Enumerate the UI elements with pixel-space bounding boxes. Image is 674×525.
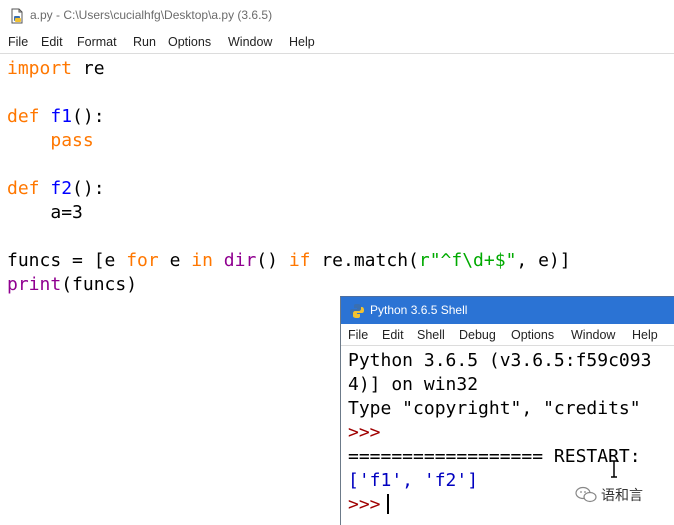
menu-options[interactable]: Options bbox=[168, 35, 211, 49]
menu-window[interactable]: Window bbox=[228, 35, 272, 49]
string-literal: r"^f\d+$" bbox=[418, 250, 517, 271]
code-line-1: import re bbox=[7, 57, 105, 81]
shell-prompt: >>> bbox=[348, 422, 381, 443]
code-text: (funcs) bbox=[61, 274, 138, 295]
python-icon bbox=[350, 304, 364, 318]
shell-title: Python 3.6.5 Shell bbox=[370, 303, 468, 317]
menu-file[interactable]: File bbox=[348, 328, 368, 342]
menu-shell[interactable]: Shell bbox=[417, 328, 445, 342]
shell-restart-line: ================== RESTART: bbox=[348, 446, 641, 467]
code-text: a=3 bbox=[50, 202, 83, 223]
code-text: funcs = [e bbox=[7, 250, 127, 271]
menu-window[interactable]: Window bbox=[571, 328, 615, 342]
wechat-icon bbox=[575, 486, 597, 503]
menu-format[interactable]: Format bbox=[77, 35, 117, 49]
shell-line: 4)] on win32 bbox=[348, 374, 479, 395]
watermark: 语和言 bbox=[575, 485, 643, 505]
function-name: f1 bbox=[50, 106, 73, 127]
menu-options[interactable]: Options bbox=[511, 328, 554, 342]
editor-title: a.py - C:\Users\cucialhfg\Desktop\a.py (… bbox=[30, 8, 273, 22]
builtin: dir bbox=[223, 250, 257, 271]
watermark-text: 语和言 bbox=[601, 488, 643, 504]
code-line-3: def f1(): bbox=[7, 105, 105, 129]
menu-run[interactable]: Run bbox=[133, 35, 156, 49]
editor-menubar: File Edit Format Run Options Window Help bbox=[0, 32, 674, 54]
function-name: f2 bbox=[50, 178, 73, 199]
code-text: () bbox=[256, 250, 289, 271]
keyword: in bbox=[191, 250, 213, 271]
text-cursor bbox=[386, 494, 389, 514]
menu-edit[interactable]: Edit bbox=[382, 328, 404, 342]
editor-titlebar[interactable]: a.py - C:\Users\cucialhfg\Desktop\a.py (… bbox=[0, 0, 674, 32]
shell-result: ['f1', 'f2'] bbox=[348, 470, 479, 491]
code-text: re bbox=[72, 58, 105, 79]
keyword: pass bbox=[50, 130, 94, 151]
keyword: def bbox=[7, 178, 40, 199]
menu-edit[interactable]: Edit bbox=[41, 35, 63, 49]
code-line-7: a=3 bbox=[7, 201, 83, 225]
shell-line: Python 3.6.5 (v3.6.5:f59c093 bbox=[348, 350, 652, 371]
code-line-10: print(funcs) bbox=[7, 273, 137, 297]
shell-menubar: File Edit Shell Debug Options Window Hel… bbox=[341, 324, 674, 346]
menu-help[interactable]: Help bbox=[289, 35, 315, 49]
python-file-icon bbox=[11, 8, 23, 24]
code-editor-text[interactable]: import re def f1(): pass def f2(): a=3 f… bbox=[7, 57, 667, 295]
keyword: if bbox=[288, 250, 311, 271]
menu-help[interactable]: Help bbox=[632, 328, 658, 342]
builtin: print bbox=[7, 274, 62, 295]
shell-titlebar[interactable]: Python 3.6.5 Shell bbox=[341, 297, 674, 324]
menu-file[interactable]: File bbox=[8, 35, 28, 49]
shell-line: Type "copyright", "credits" bbox=[348, 398, 641, 419]
code-line-4: pass bbox=[7, 129, 94, 153]
code-text: (): bbox=[72, 106, 105, 127]
menu-debug[interactable]: Debug bbox=[459, 328, 496, 342]
keyword: for bbox=[126, 250, 159, 271]
code-text: re.match( bbox=[310, 250, 419, 271]
shell-output[interactable]: Python 3.6.5 (v3.6.5:f59c093 4)] on win3… bbox=[348, 349, 651, 525]
code-text: (): bbox=[72, 178, 105, 199]
keyword: import bbox=[7, 58, 73, 79]
code-text: e bbox=[158, 250, 192, 271]
ibeam-cursor-icon bbox=[611, 460, 617, 478]
shell-input-line[interactable]: >>> bbox=[348, 493, 389, 517]
code-line-6: def f2(): bbox=[7, 177, 105, 201]
code-line-9: funcs = [e for e in dir() if re.match(r"… bbox=[7, 249, 571, 273]
code-text: , e)] bbox=[516, 250, 571, 271]
shell-prompt: >>> bbox=[348, 494, 381, 515]
keyword: def bbox=[7, 106, 40, 127]
